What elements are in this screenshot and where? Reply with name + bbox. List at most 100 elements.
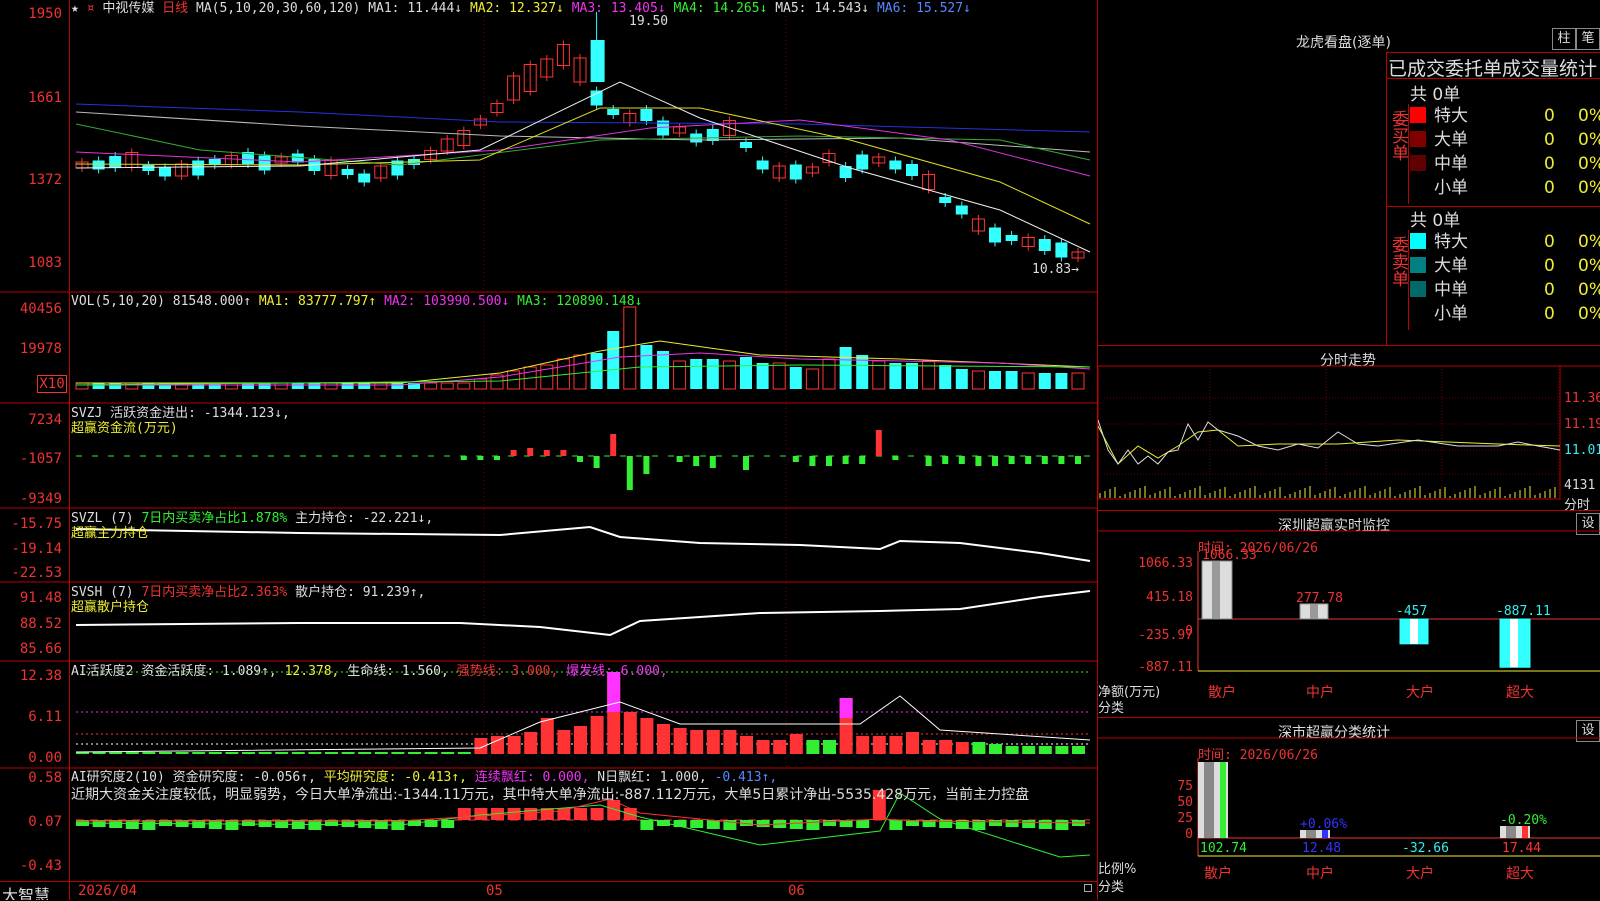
y-tick: 1066.33 xyxy=(1138,556,1193,571)
ratio-label: -0.20% xyxy=(1500,813,1547,828)
y-tick: -0.43 xyxy=(19,858,62,874)
flow-bar-negative xyxy=(693,456,700,466)
tick-view-button[interactable]: 笔 xyxy=(1576,28,1600,50)
svsh-legend: SVSH (7) 7日内买卖净占比2.363% 散户持仓: 91.239↑, xyxy=(71,585,425,600)
active-bar xyxy=(922,740,936,754)
active-bar xyxy=(540,718,554,754)
order-count: 0 xyxy=(1544,106,1555,126)
order-size-label: 中单 xyxy=(1434,154,1468,174)
category-label: 散户 xyxy=(1204,865,1232,882)
svzj-pane[interactable]: SVZJ 活跃资金进出: -1344.123↓, 超赢资金流(万元) 7234 … xyxy=(0,404,1098,509)
volume-pane[interactable]: VOL(5,10,20) 81548.000↑ MA1: 83777.797↑ … xyxy=(0,293,1098,404)
ai1-value: 资金活跃度: 1.089↑, xyxy=(141,664,277,679)
ai-active-pane[interactable]: AI活跃度2 资金活跃度: 1.089↑, 12.378, 生命线: 1.560… xyxy=(0,662,1098,769)
flow-bar-negative xyxy=(925,456,932,466)
volume-bar-up xyxy=(374,382,388,390)
volume-bar-up xyxy=(324,382,338,390)
period-label[interactable]: 日线 xyxy=(162,1,188,16)
research-bar-negative xyxy=(706,820,720,829)
y-tick: -1057 xyxy=(19,451,62,467)
kline-legend: ★ ¤ 中视传媒 日线 MA(5,10,20,30,60,120) MA1: 1… xyxy=(71,1,971,16)
volume-bar-down xyxy=(1055,373,1068,389)
category-label: 散户 xyxy=(1208,684,1236,701)
y-tick: 91.48 xyxy=(19,590,62,606)
active-bar xyxy=(109,752,123,754)
volume-bar-up xyxy=(473,378,487,390)
category-label: 中户 xyxy=(1306,684,1334,701)
order-row: 小单 0 0% xyxy=(1410,176,1600,200)
flow-bar-negative xyxy=(494,456,500,460)
svzl-pane[interactable]: SVZL (7) 7日内买卖净占比1.878% 主力持仓: -22.221↓, … xyxy=(0,509,1098,583)
order-size-label: 特大 xyxy=(1434,106,1468,126)
volume-unit[interactable]: X10 xyxy=(37,375,67,393)
svsh-subtitle: 超赢散户持仓 xyxy=(71,600,150,615)
candle-down xyxy=(856,154,869,170)
flow-bar-positive xyxy=(527,448,534,456)
monitor-xlabel: 分类 xyxy=(1098,701,1125,716)
price-line xyxy=(1098,419,1561,465)
ai-research-pane[interactable]: AI研究度2(10) 资金研究度: -0.056↑, 平均研究度: -0.413… xyxy=(0,769,1098,881)
intraday-panel[interactable]: 分时走势 11.36 11.19 11.01 4131 分时 xyxy=(1098,345,1600,513)
candle-down xyxy=(740,142,752,148)
candle-down xyxy=(1038,239,1051,251)
order-count: 0 xyxy=(1544,232,1555,252)
flow-bar-negative xyxy=(743,456,749,470)
active-bar xyxy=(623,712,637,754)
volume-bar-up xyxy=(623,306,637,390)
kline-pane[interactable]: ★ ¤ 中视传媒 日线 MA(5,10,20,30,60,120) MA1: 1… xyxy=(0,0,1098,293)
y-tick: 1950 xyxy=(28,6,62,22)
volume-bar-down xyxy=(291,383,304,389)
order-row: 特大 0 0% xyxy=(1410,230,1600,254)
volume-bar-down xyxy=(939,365,952,389)
ma-line xyxy=(75,103,1091,133)
candle-down xyxy=(159,167,171,177)
active-bar xyxy=(972,742,986,754)
flow-bar-positive xyxy=(560,450,567,456)
candle-down xyxy=(989,227,1001,243)
column-view-button[interactable]: 柱 xyxy=(1552,28,1576,50)
order-size-label: 中单 xyxy=(1434,280,1468,300)
candle-down xyxy=(258,155,271,171)
order-row: 特大 0 0% xyxy=(1410,104,1600,128)
buy-label: 委买单 xyxy=(1388,110,1408,161)
active-bar xyxy=(690,730,704,754)
order-count: 0 xyxy=(1544,256,1555,276)
vol-ma3: MA3: 120890.148↓ xyxy=(517,294,643,309)
flow-bar-negative xyxy=(1041,456,1048,464)
research-bar-positive xyxy=(590,808,604,820)
candle-down xyxy=(906,164,918,176)
svsh-pane[interactable]: SVSH (7) 7日内买卖净占比2.363% 散户持仓: 91.239↑, 超… xyxy=(0,583,1098,662)
chart-area[interactable]: ★ ¤ 中视传媒 日线 MA(5,10,20,30,60,120) MA1: 1… xyxy=(0,0,1098,900)
candle-down xyxy=(341,169,354,175)
ai2-params: AI研究度2(10) xyxy=(71,770,165,785)
y-tick: 0.07 xyxy=(28,814,62,830)
active-bar xyxy=(773,740,787,754)
category-label: 中户 xyxy=(1306,865,1334,882)
volume-bar-up xyxy=(1071,372,1085,390)
order-row: 大单 0 0% xyxy=(1410,254,1600,278)
order-percent: 0% xyxy=(1578,256,1600,276)
order-percent: 0% xyxy=(1578,178,1600,198)
y-tick: 0 xyxy=(1185,827,1193,842)
research-bar-negative xyxy=(789,820,803,829)
candle-down xyxy=(590,90,603,106)
y-tick: 50 xyxy=(1177,795,1193,810)
research-bar-negative xyxy=(690,820,704,828)
buy-total: 共 0单 xyxy=(1410,85,1461,105)
volume-bar-up xyxy=(274,382,288,390)
active-bar xyxy=(806,740,820,754)
y-tick: 40456 xyxy=(19,301,62,317)
volume-bar-down xyxy=(1038,373,1051,389)
active-bar xyxy=(740,736,753,754)
volume-bar-up xyxy=(457,382,471,390)
order-size-label: 大单 xyxy=(1434,256,1468,276)
order-size-label: 特大 xyxy=(1434,232,1468,252)
active-bar xyxy=(325,752,338,754)
order-count: 0 xyxy=(1544,280,1555,300)
date-label: 2026/04 xyxy=(78,883,138,899)
volume-bar-up xyxy=(125,382,139,390)
active-bar xyxy=(391,752,405,754)
svsh-value: 散户持仓: 91.239↑, xyxy=(295,585,426,600)
lock-icon[interactable] xyxy=(1084,884,1092,892)
active-bar xyxy=(823,740,836,754)
